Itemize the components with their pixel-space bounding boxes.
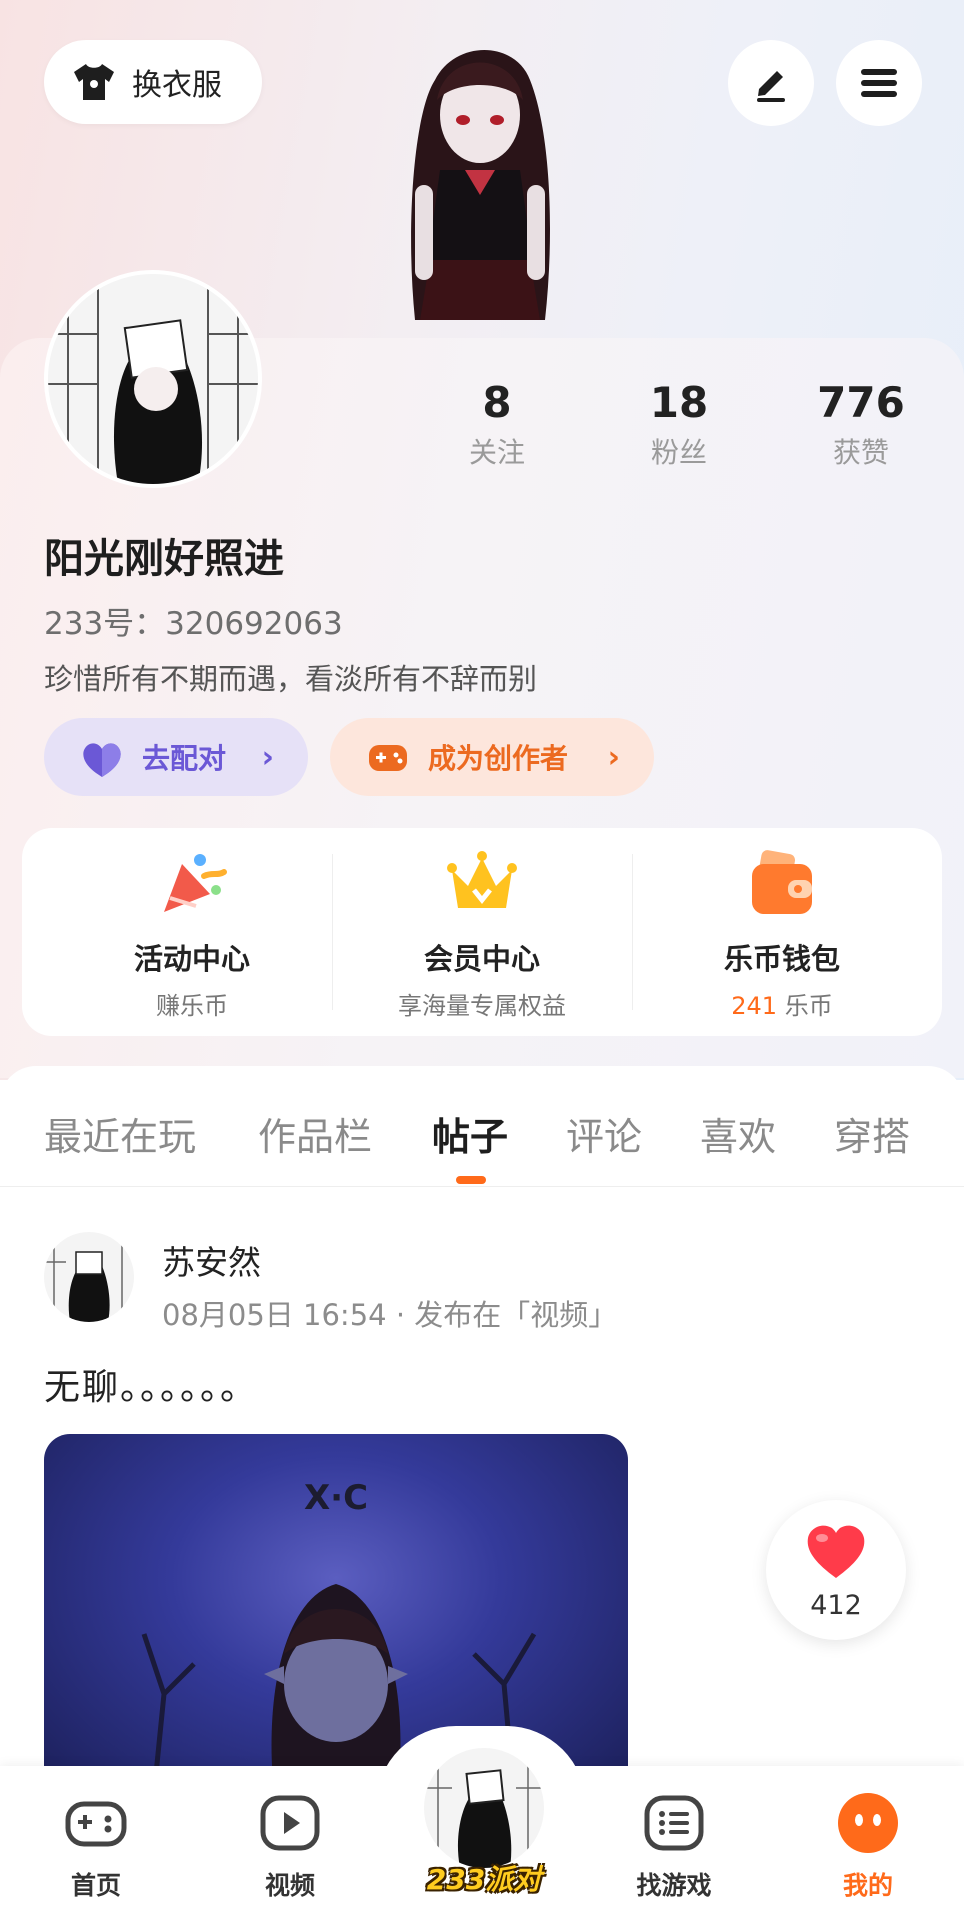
avatar-image <box>48 274 258 484</box>
nav-find-games-label: 找游戏 <box>636 1871 712 1900</box>
pen-icon <box>757 71 785 102</box>
service-wallet-title: 乐币钱包 <box>723 942 840 976</box>
wallet-icon <box>752 850 812 914</box>
party-icon <box>164 854 227 912</box>
like-count: 412 <box>810 1590 862 1621</box>
stat-following-label: 关注 <box>468 436 525 469</box>
service-activity-title: 活动中心 <box>133 942 250 976</box>
wallet-unit: 乐币 <box>784 992 833 1020</box>
stat-likes-label: 获赞 <box>832 436 889 469</box>
nav-home-label: 首页 <box>70 1871 121 1900</box>
services-card: 活动中心 赚乐币 会员中心 享海量专属权益 乐币钱包 241 乐币 <box>22 828 942 1036</box>
tab-outfits[interactable]: 穿搭 <box>834 1106 910 1161</box>
edit-profile-button[interactable] <box>728 40 814 126</box>
tab-works[interactable]: 作品栏 <box>258 1106 372 1161</box>
service-vip-subtitle: 享海量专属权益 <box>398 992 566 1020</box>
party-avatar <box>424 1748 544 1868</box>
stat-likes-value: 776 <box>817 378 905 427</box>
nav-me[interactable]: 我的 <box>808 1790 928 1902</box>
wallet-amount: 241 <box>731 992 778 1020</box>
chevron-right-icon: › <box>607 739 620 775</box>
party-brand-label: 233派对 <box>426 1863 542 1896</box>
tab-comments[interactable]: 评论 <box>566 1106 642 1161</box>
avatar-icon <box>424 1748 544 1868</box>
tab-likes[interactable]: 喜欢 <box>700 1106 776 1161</box>
stat-fans-label: 粉丝 <box>650 436 707 469</box>
menu-button[interactable] <box>836 40 922 126</box>
post-text: 无聊。。。。。。 <box>44 1367 259 1408</box>
heart-icon <box>807 1525 865 1578</box>
menu-icon <box>861 69 897 97</box>
stat-fans[interactable]: 18 粉丝 <box>604 378 754 471</box>
profile-avatar[interactable] <box>44 270 262 488</box>
post-author-avatar[interactable] <box>44 1232 134 1322</box>
profile-tabs: 最近在玩 作品栏 帖子 评论 喜欢 穿搭 <box>0 1066 964 1187</box>
tab-recently-played[interactable]: 最近在玩 <box>44 1106 196 1161</box>
stat-likes[interactable]: 776 获赞 <box>786 378 936 471</box>
username: 阳光刚好照进 <box>44 536 284 582</box>
nav-video-label: 视频 <box>264 1871 315 1900</box>
post-author-name[interactable]: 苏安然 <box>162 1236 261 1284</box>
like-button[interactable]: 412 <box>766 1500 906 1640</box>
service-wallet-balance: 241 乐币 <box>632 986 932 1021</box>
nav-home[interactable]: 首页 <box>36 1790 156 1902</box>
user-bio: 珍惜所有不期而遇，看淡所有不辞而别 <box>44 662 538 696</box>
heart-pair-icon <box>83 743 121 777</box>
service-vip-center[interactable]: 会员中心 享海量专属权益 <box>332 828 632 1036</box>
nav-me-label: 我的 <box>842 1871 893 1900</box>
pair-button-label: 去配对 <box>142 742 227 775</box>
gamepad-icon <box>65 1801 127 1847</box>
gamepad-icon <box>369 745 407 771</box>
avatar-3d-figure[interactable] <box>345 20 615 340</box>
stat-following[interactable]: 8 关注 <box>422 378 572 471</box>
become-creator-button[interactable]: 成为创作者 › <box>330 718 654 796</box>
service-wallet[interactable]: 乐币钱包 241 乐币 <box>632 828 932 1036</box>
change-outfit-button[interactable]: 换衣服 <box>44 40 262 124</box>
shirt-icon <box>74 64 114 100</box>
stat-following-value: 8 <box>482 378 512 427</box>
service-activity-subtitle: 赚乐币 <box>156 992 228 1020</box>
service-activity-center[interactable]: 活动中心 赚乐币 <box>42 828 342 1036</box>
list-icon <box>644 1795 704 1851</box>
nav-find-games[interactable]: 找游戏 <box>614 1790 734 1902</box>
face-icon <box>838 1793 898 1853</box>
tab-posts[interactable]: 帖子 <box>432 1106 508 1161</box>
avatar-image <box>44 1232 134 1322</box>
become-creator-label: 成为创作者 <box>428 742 569 775</box>
pair-button[interactable]: 去配对 › <box>44 718 308 796</box>
nav-video[interactable]: 视频 <box>230 1790 350 1902</box>
stat-fans-value: 18 <box>649 378 709 427</box>
post-meta: 08月05日 16:54 · 发布在「视频」 <box>162 1298 618 1332</box>
nav-233-party[interactable]: 233派对 <box>416 1748 552 1918</box>
change-outfit-label: 换衣服 <box>132 68 222 103</box>
play-icon <box>260 1795 320 1851</box>
active-tab-indicator <box>456 1176 486 1184</box>
crown-icon <box>447 851 517 908</box>
service-vip-title: 会员中心 <box>423 942 540 976</box>
user-id: 233号：320692063 <box>44 606 343 642</box>
chevron-right-icon: › <box>261 739 274 775</box>
